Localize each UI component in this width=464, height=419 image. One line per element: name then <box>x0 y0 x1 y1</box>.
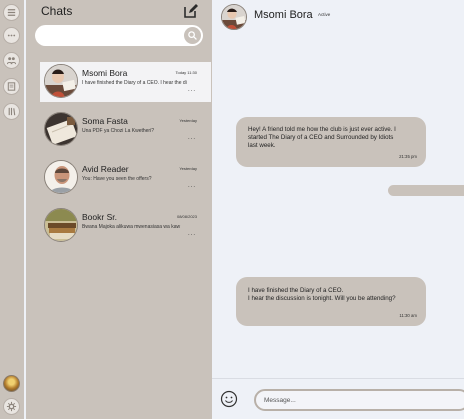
message-line: started The Diary of a CEO and Surrounde… <box>248 134 394 142</box>
chat-time: 08/08/2023 <box>176 214 197 219</box>
chat-name: Soma Fasta <box>82 116 128 126</box>
search-icon[interactable] <box>184 27 201 44</box>
message-time: 21:35 pm <box>399 153 417 159</box>
book-icon[interactable] <box>3 78 20 95</box>
chat-preview: I have finished the Diary of a CEO. I he… <box>82 80 187 86</box>
chat-name: Bookr Sr. <box>82 212 117 222</box>
chat-item-bookr-sr[interactable]: Bookr Sr. Bwana Majoka alikuwa mwenasias… <box>40 206 211 246</box>
message-input[interactable] <box>254 389 464 411</box>
message-bubble: I have finished the Diary of a CEO. I he… <box>236 277 426 326</box>
message-bubble-partial <box>388 185 464 196</box>
chat-bubble-icon[interactable] <box>3 27 20 44</box>
message-time: 11:30 am <box>399 312 417 318</box>
chat-preview: Una PDF ya Chozi La Kwetheri? <box>82 128 154 134</box>
library-icon[interactable] <box>3 103 20 120</box>
chat-name: Avid Reader <box>82 164 129 174</box>
avatar <box>44 64 78 98</box>
chat-time: Yesterday <box>179 166 197 171</box>
chats-title: Chats <box>41 4 73 18</box>
message-line: Hey! A friend told me how the club is ju… <box>248 126 396 133</box>
conversation-panel: Msomi Bora Active Hey! A friend told me … <box>212 0 464 419</box>
chat-item-avid-reader[interactable]: Avid Reader You: Have you seen the offer… <box>40 158 211 198</box>
more-icon[interactable]: ... <box>188 135 196 141</box>
chat-time: Yesterday <box>179 118 197 123</box>
message-line: I have finished the Diary of a CEO. <box>248 287 344 294</box>
menu-icon[interactable] <box>3 4 20 21</box>
chat-item-soma-fasta[interactable]: Soma Fasta Una PDF ya Chozi La Kwetheri?… <box>40 110 211 150</box>
divider <box>212 378 464 379</box>
status-badge: Active <box>318 12 331 17</box>
avatar[interactable] <box>221 4 247 30</box>
profile-avatar[interactable] <box>3 375 20 392</box>
message-line: last week. <box>248 142 276 150</box>
more-icon[interactable]: ... <box>188 87 196 93</box>
message-line: I hear the discussion is tonight. Will y… <box>248 295 396 303</box>
compose-icon[interactable] <box>182 2 200 20</box>
chat-list-panel: Chats Msomi Bora I have finished the Dia… <box>26 0 212 419</box>
conversation-title: Msomi Bora <box>254 9 313 21</box>
search-bar[interactable] <box>35 25 203 46</box>
emoji-icon[interactable] <box>220 390 238 408</box>
settings-icon[interactable] <box>3 398 20 415</box>
more-icon[interactable]: ... <box>188 183 196 189</box>
chat-preview: Bwana Majoka alikuwa mwenasiasa wa kaw <box>82 224 181 230</box>
chat-item-msomi-bora[interactable]: Msomi Bora I have finished the Diary of … <box>40 62 211 102</box>
avatar <box>44 160 78 194</box>
chat-time: Today 11:30 <box>175 70 198 75</box>
chat-name: Msomi Bora <box>82 68 128 78</box>
message-bubble: Hey! A friend told me how the club is ju… <box>236 117 426 167</box>
navigation-rail <box>0 0 24 419</box>
chat-preview: You: Have you seen the offers? <box>82 176 152 182</box>
avatar <box>44 208 78 242</box>
group-icon[interactable] <box>3 52 20 69</box>
more-icon[interactable]: ... <box>188 231 196 237</box>
avatar <box>44 112 78 146</box>
